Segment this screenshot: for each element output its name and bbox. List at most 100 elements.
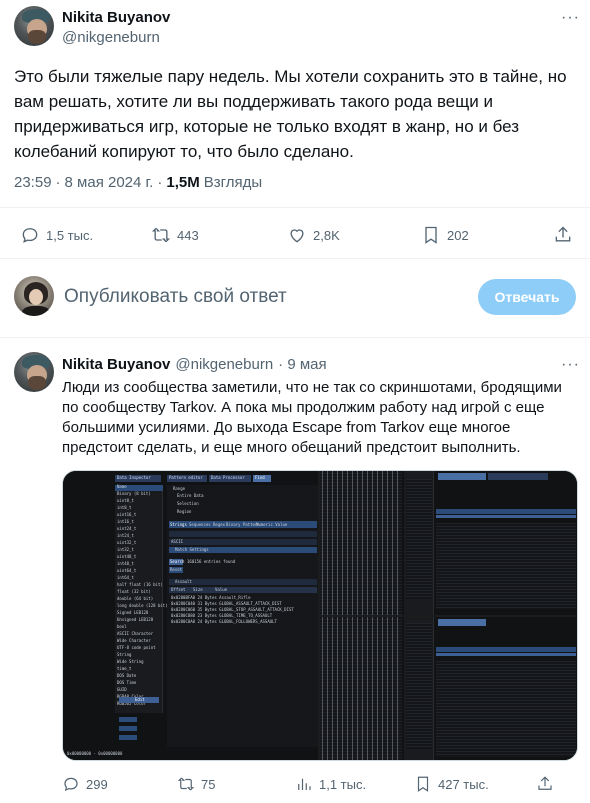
like-action[interactable]: 2,8K <box>287 225 340 245</box>
find-tab-binary: Binary Pattern <box>226 522 260 527</box>
find-match-settings-label: Match Settings <box>175 547 209 552</box>
reply-icon <box>64 777 78 792</box>
retweet-action[interactable]: 75 <box>177 775 215 793</box>
author-handle[interactable]: @nikgeneburn <box>62 29 160 47</box>
views-count: 1,1 тыс. <box>319 776 367 792</box>
hex-view-area <box>320 471 402 615</box>
like-count: 2,8K <box>313 227 340 243</box>
reply-date[interactable]: · 9 мая <box>278 356 326 373</box>
reply-action[interactable]: 1,5 тыс. <box>20 225 93 245</box>
tab-find-label: Find <box>255 475 265 480</box>
status-bar-text: 0x00000000 - 0x00000000 <box>67 751 123 756</box>
result-list <box>436 523 576 609</box>
inspector-row: ASCII Character <box>117 631 154 636</box>
find-option-selection: Selection <box>177 501 199 506</box>
inspector-row: int16_t <box>117 519 134 524</box>
author-name[interactable]: Nikita Buyanov <box>62 9 170 27</box>
divider <box>0 258 590 259</box>
inspector-row: time_t <box>117 666 132 671</box>
reply-header: Nikita Buyanov @nikgeneburn · 9 мая <box>62 356 327 373</box>
find-encoding-field <box>169 531 317 537</box>
inspector-row: String <box>117 652 132 657</box>
reply-author-handle[interactable]: @nikgeneburn <box>175 356 273 373</box>
bookmark-action[interactable]: 202 <box>421 225 469 245</box>
bookmark-action[interactable]: 427 тыс. <box>414 775 489 793</box>
reply-input[interactable]: Опубликовать свой ответ <box>64 286 287 308</box>
inspector-edit-label: Edit <box>135 697 145 702</box>
media-image-1[interactable]: Data Inspector Pattern editor Data Proce… <box>63 471 318 760</box>
inspector-row: int32_t <box>117 547 134 552</box>
settings-bar <box>436 646 576 652</box>
find-tab-numeric: Numeric Value <box>256 522 288 527</box>
reply-button[interactable]: Отвечать <box>478 279 576 315</box>
share-action[interactable] <box>536 775 554 793</box>
find-tab-highlight <box>438 473 486 480</box>
find-reset-label: Reset <box>170 567 183 572</box>
invert-bar <box>119 735 137 740</box>
share-action[interactable] <box>553 225 573 245</box>
inspector-row: Wide String <box>117 659 144 664</box>
avatar-face-shape <box>29 289 43 305</box>
inspector-row: Name <box>117 484 127 489</box>
find-tab-sequences: Sequences <box>189 522 211 527</box>
more-options-icon[interactable]: ··· <box>561 9 580 27</box>
reply-author-name[interactable]: Nikita Buyanov <box>62 356 170 373</box>
inspector-row: uint16_t <box>117 512 137 517</box>
share-icon <box>555 226 571 242</box>
panel-tabs <box>488 473 548 480</box>
reply-composer: Опубликовать свой ответ Отвечать <box>14 276 576 318</box>
retweet-count: 443 <box>177 227 199 243</box>
retweet-icon <box>177 777 195 791</box>
inspector-row: GUID <box>117 687 127 692</box>
find-filter-value: Assault <box>175 579 192 584</box>
inspector-row: Binary (8 bit) <box>117 491 151 496</box>
inspector-row: uint64_t <box>117 568 137 573</box>
media-image-3[interactable] <box>320 616 577 760</box>
inspector-lines <box>406 622 432 749</box>
media-image-2[interactable] <box>320 471 577 615</box>
tab-data-inspector-label: Data Inspector <box>117 475 151 480</box>
avatar-beard-shape <box>28 376 46 390</box>
inspector-row: Signed LEB128 <box>117 610 149 615</box>
inspector-row: double (64 bit) <box>117 596 154 601</box>
media-right-column <box>320 471 577 760</box>
author-avatar[interactable] <box>14 6 54 46</box>
avatar-beard-shape <box>28 30 46 44</box>
current-user-avatar[interactable] <box>14 276 54 316</box>
bookmark-icon <box>425 226 437 244</box>
tweet-time[interactable]: 23:59 <box>14 174 52 191</box>
find-encoding-value: ASCII <box>171 539 184 544</box>
find-range-label: Range <box>173 486 186 491</box>
reply-action[interactable]: 299 <box>62 775 108 793</box>
retweet-count: 75 <box>201 776 216 792</box>
views-chart-icon <box>298 778 311 790</box>
selected-row-bar <box>436 652 576 656</box>
avatar-body-shape <box>22 306 50 316</box>
inspector-row: bool <box>117 624 127 629</box>
inspector-lines <box>406 479 432 599</box>
reply-author-avatar[interactable] <box>14 352 54 392</box>
views-action[interactable]: 1,1 тыс. <box>295 775 366 793</box>
hex-view-area <box>320 616 402 760</box>
results-header-value: Value <box>215 587 228 592</box>
inspector-row: uint8_t <box>117 498 134 503</box>
more-options-icon[interactable]: ··· <box>561 356 580 374</box>
divider <box>0 207 590 208</box>
tweet-meta: 23:59 · 8 мая 2024 г. · 1,5M Взгляды <box>14 174 262 191</box>
retweet-action[interactable]: 443 <box>151 225 199 245</box>
tab-data-processor-label: Data Processor <box>211 475 245 480</box>
tweet-date[interactable]: 8 мая 2024 г. <box>65 174 154 191</box>
results-header-size: Size <box>193 587 203 592</box>
inspector-row: DOS Date <box>117 673 137 678</box>
meta-separator: · <box>55 174 61 191</box>
media-grid[interactable]: Data Inspector Pattern editor Data Proce… <box>62 470 578 761</box>
find-tab-regex: Regex <box>213 522 226 527</box>
tab-pattern-editor-label: Pattern editor <box>169 475 203 480</box>
inspector-row: int24_t <box>117 533 134 538</box>
inspector-row: uint48_t <box>117 554 137 559</box>
endian-bar <box>119 717 137 722</box>
divider <box>0 337 590 338</box>
find-tab-strings: Strings <box>170 522 187 527</box>
inspector-row: Unsigned LEB128 <box>117 617 154 622</box>
results-header-offset: Offset <box>171 587 186 592</box>
